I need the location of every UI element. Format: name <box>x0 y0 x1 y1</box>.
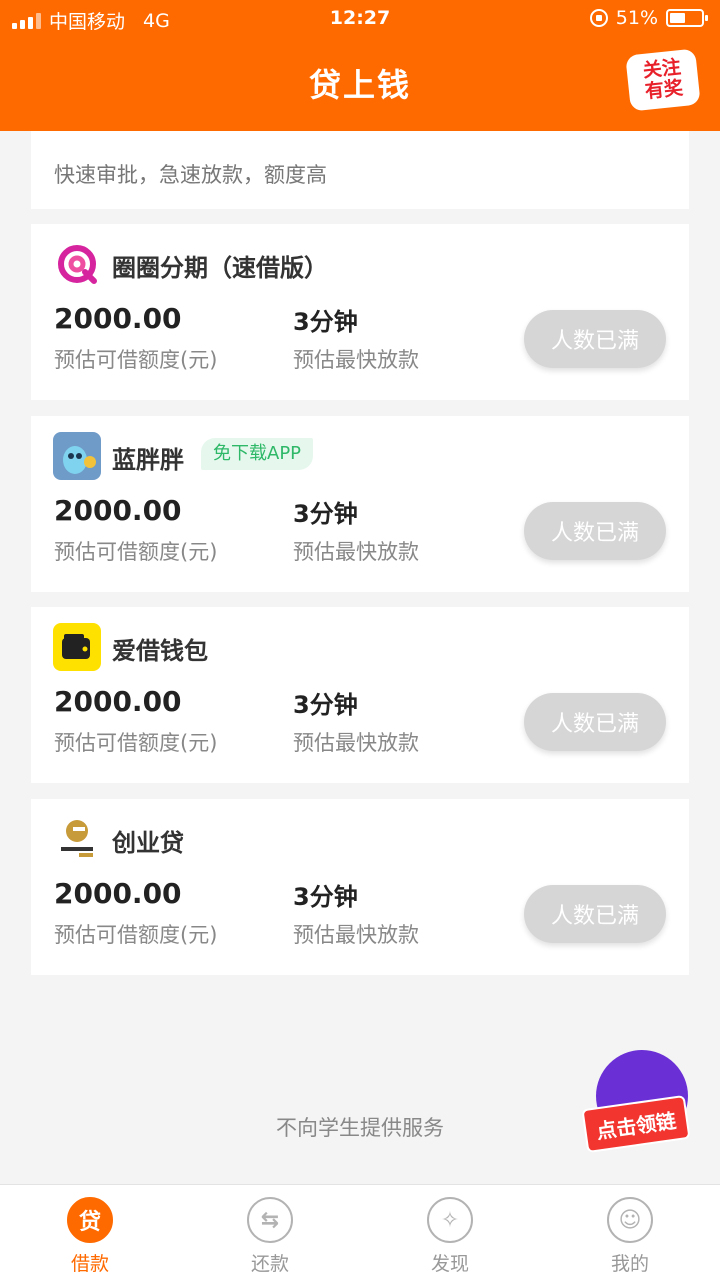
user-icon: ☺ <box>607 1197 653 1243</box>
page-title: 贷上钱 <box>308 66 411 104</box>
tagline-card: 快速审批，急速放款，额度高 <box>31 131 689 209</box>
battery-icon <box>666 9 708 27</box>
app-header: 中国移动 4G 12:27 51% 贷上钱 关注 有奖 <box>0 0 720 131</box>
repay-exchange-icon: ⇆ <box>247 1197 293 1243</box>
loan-card[interactable]: 爱借钱包 2000.00 预估可借额度(元) 3分钟 预估最快放款 人数已满 <box>31 607 689 783</box>
apply-button-full[interactable]: 人数已满 <box>524 885 666 943</box>
loan-amount: 2000.00 <box>54 877 182 910</box>
loan-time-label: 预估最快放款 <box>293 731 419 755</box>
loan-time-label: 预估最快放款 <box>293 540 419 564</box>
apply-button-full[interactable]: 人数已满 <box>524 693 666 751</box>
loan-amount-label: 预估可借额度(元) <box>54 540 218 564</box>
status-bar: 中国移动 4G 12:27 51% <box>0 0 720 36</box>
promo-float-button[interactable]: 点击领链 <box>581 1050 696 1154</box>
battery-percent: 51% <box>615 7 658 29</box>
loan-name: 创业贷 <box>112 829 184 857</box>
tagline-text: 快速审批，急速放款，额度高 <box>54 163 327 187</box>
loan-amount-label: 预估可借额度(元) <box>54 923 218 947</box>
tab-label: 借款 <box>70 1253 109 1275</box>
loan-time: 3分钟 <box>293 883 358 911</box>
tab-discover[interactable]: ✧ 发现 <box>360 1185 540 1280</box>
loan-time-label: 预估最快放款 <box>293 923 419 947</box>
rotation-lock-icon <box>589 9 608 27</box>
follow-badge-line2: 有奖 <box>643 77 685 103</box>
loan-amount: 2000.00 <box>54 494 182 527</box>
tab-label: 发现 <box>430 1253 469 1275</box>
loan-name: 圈圈分期（速借版） <box>112 254 328 282</box>
mascot-logo-icon <box>53 432 101 480</box>
ring-logo-icon <box>53 240 101 288</box>
loan-time-label: 预估最快放款 <box>293 348 419 372</box>
loan-card[interactable]: 圈圈分期（速借版） 2000.00 预估可借额度(元) 3分钟 预估最快放款 人… <box>31 224 689 400</box>
no-download-tag: 免下载APP <box>201 438 314 470</box>
tab-label: 我的 <box>610 1253 649 1275</box>
loan-name: 蓝胖胖 <box>112 446 184 474</box>
apply-button-full[interactable]: 人数已满 <box>524 502 666 560</box>
loan-tab-icon: 贷 <box>67 1197 113 1243</box>
tab-repay[interactable]: ⇆ 还款 <box>180 1185 360 1280</box>
follow-reward-button[interactable]: 关注 有奖 <box>625 48 701 112</box>
loan-time: 3分钟 <box>293 500 358 528</box>
loan-time: 3分钟 <box>293 691 358 719</box>
tab-mine[interactable]: ☺ 我的 <box>540 1185 720 1280</box>
loan-amount-label: 预估可借额度(元) <box>54 731 218 755</box>
loan-card[interactable]: 创业贷 2000.00 预估可借额度(元) 3分钟 预估最快放款 人数已满 <box>31 799 689 975</box>
loan-amount: 2000.00 <box>54 302 182 335</box>
loan-amount-label: 预估可借额度(元) <box>54 348 218 372</box>
apply-button-full[interactable]: 人数已满 <box>524 310 666 368</box>
compass-icon: ✧ <box>427 1197 473 1243</box>
loan-amount: 2000.00 <box>54 685 182 718</box>
tab-borrow[interactable]: 贷 借款 <box>0 1185 180 1280</box>
tab-label: 还款 <box>250 1253 289 1275</box>
loan-time: 3分钟 <box>293 308 358 336</box>
chuangyedai-logo-icon <box>53 815 101 863</box>
loan-card[interactable]: 蓝胖胖 免下载APP 2000.00 预估可借额度(元) 3分钟 预估最快放款 … <box>31 416 689 592</box>
wallet-logo-icon <box>53 623 101 671</box>
loan-name: 爱借钱包 <box>112 637 208 665</box>
bottom-tab-bar: 贷 借款 ⇆ 还款 ✧ 发现 ☺ 我的 <box>0 1184 720 1280</box>
